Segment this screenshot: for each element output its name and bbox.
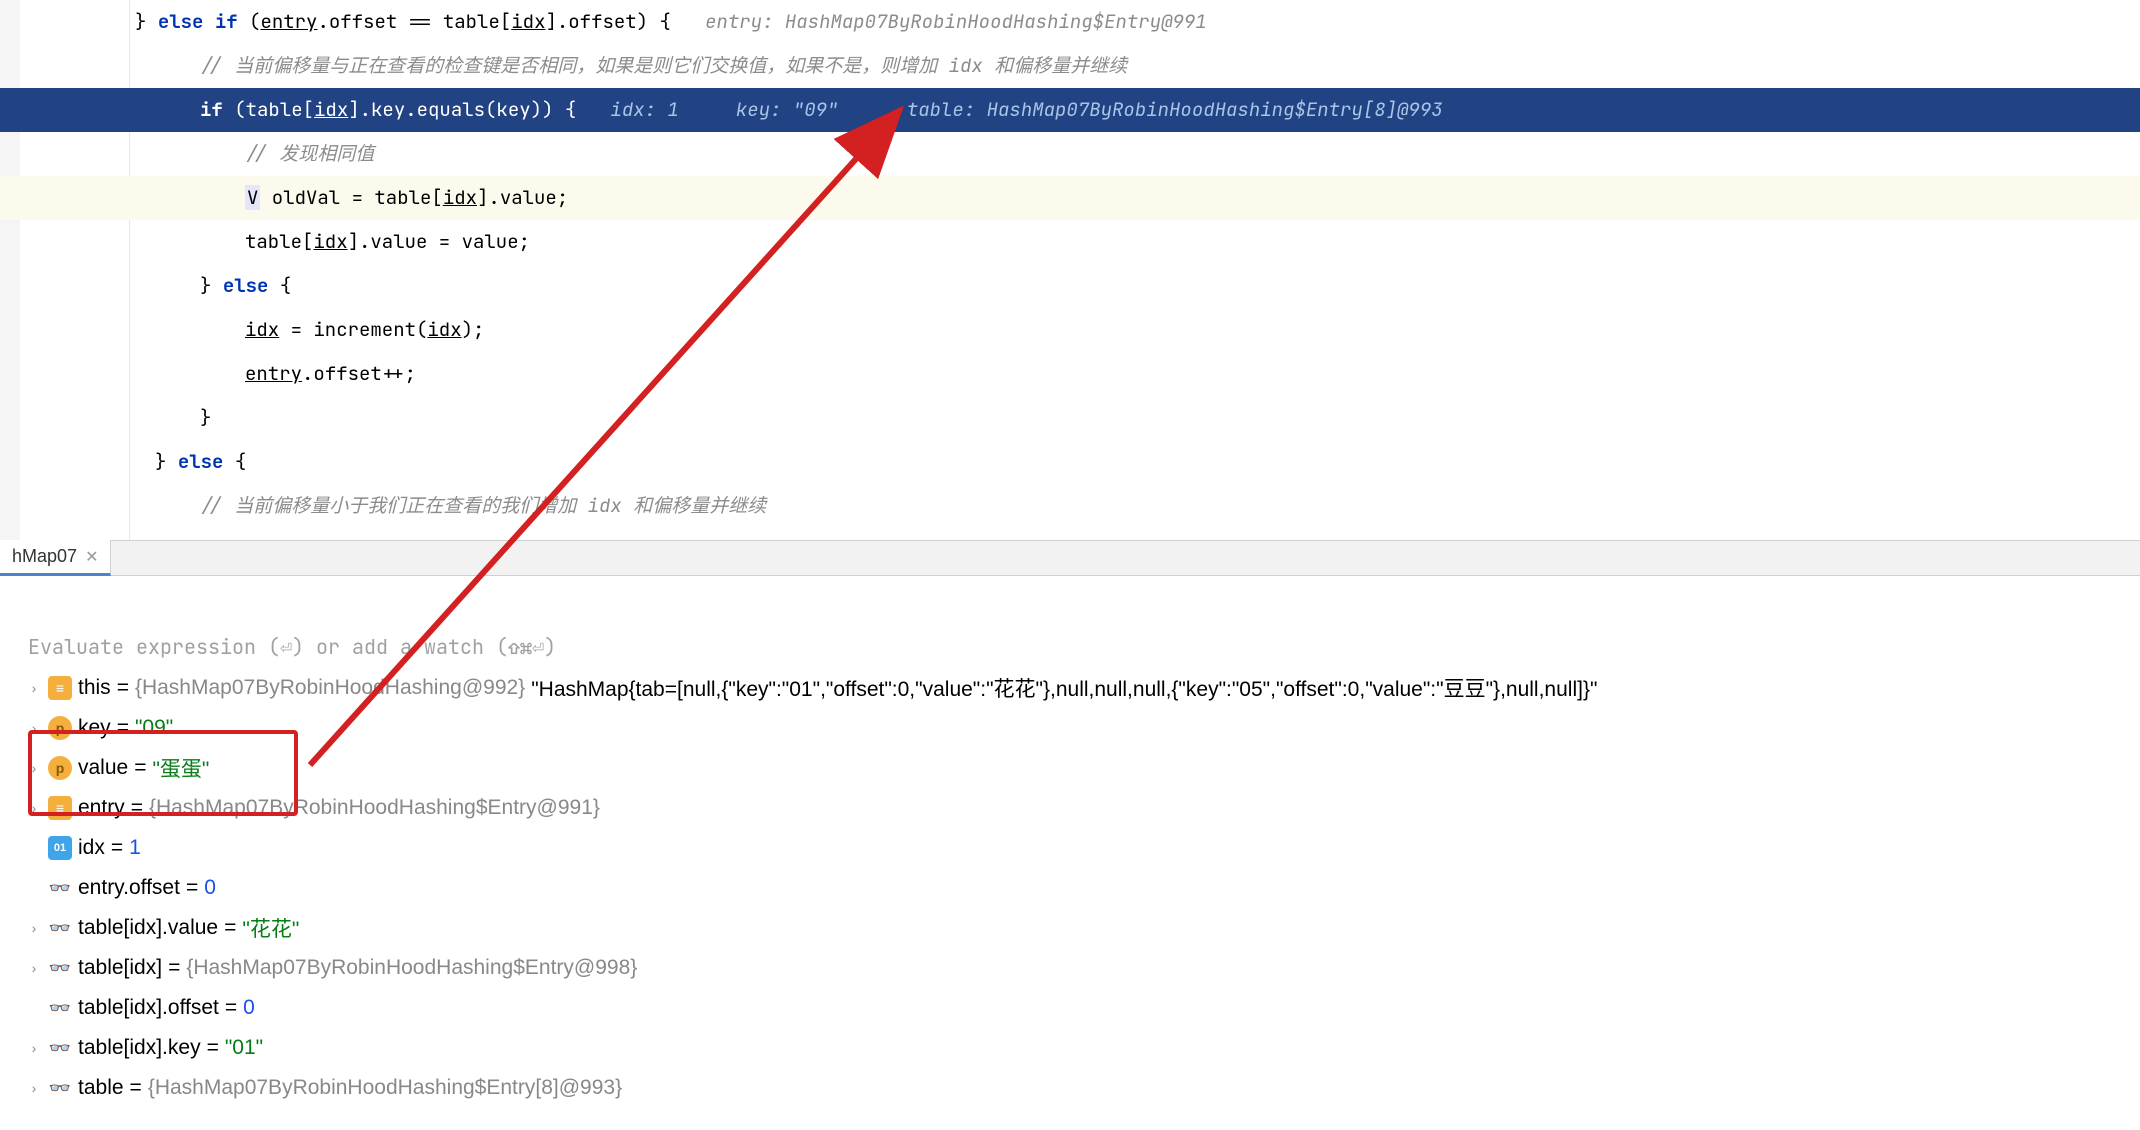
- watch-table-idx[interactable]: › 👓 table[idx] = {HashMap07ByRobinHoodHa…: [0, 948, 2140, 988]
- watch-icon: 👓: [48, 996, 72, 1020]
- tab-label: hMap07: [12, 546, 77, 567]
- chevron-right-icon[interactable]: ›: [26, 1080, 42, 1096]
- watch-icon: 👓: [48, 916, 72, 940]
- code-editor[interactable]: } else if (entry.offset == table[idx].of…: [0, 0, 2140, 540]
- chevron-right-icon[interactable]: ›: [26, 680, 42, 696]
- class-icon: ≡: [48, 676, 72, 700]
- watch-icon: 👓: [48, 956, 72, 980]
- watch-entry-offset[interactable]: 👓 entry.offset = 0: [0, 868, 2140, 908]
- param-icon: p: [48, 716, 72, 740]
- code-line[interactable]: table[idx].value = value;: [0, 220, 2140, 264]
- watch-table-idx-offset[interactable]: 👓 table[idx].offset = 0: [0, 988, 2140, 1028]
- chevron-right-icon[interactable]: ›: [26, 720, 42, 736]
- int-icon: 01: [48, 836, 72, 860]
- watch-icon: 👓: [48, 1076, 72, 1100]
- code-line[interactable]: } else {: [0, 440, 2140, 484]
- class-icon: ≡: [48, 796, 72, 820]
- variable-value[interactable]: › p value = "蛋蛋": [0, 748, 2140, 788]
- code-line[interactable]: // 当前偏移量小于我们正在查看的我们增加 idx 和偏移量并继续: [0, 484, 2140, 528]
- code-line[interactable]: entry.offset++;: [0, 352, 2140, 396]
- variable-key[interactable]: › p key = "09": [0, 708, 2140, 748]
- code-line[interactable]: // 当前偏移量与正在查看的检查键是否相同，如果是则它们交换值，如果不是，则增加…: [0, 44, 2140, 88]
- code-line[interactable]: V oldVal = table[idx].value;: [0, 176, 2140, 220]
- code-line[interactable]: } else if (entry.offset == table[idx].of…: [0, 0, 2140, 44]
- code-line[interactable]: }: [0, 396, 2140, 440]
- chevron-right-icon[interactable]: ›: [26, 920, 42, 936]
- chevron-right-icon[interactable]: ›: [26, 960, 42, 976]
- close-icon[interactable]: ✕: [85, 547, 98, 567]
- variable-entry[interactable]: › ≡ entry = {HashMap07ByRobinHoodHashing…: [0, 788, 2140, 828]
- watch-icon: 👓: [48, 1036, 72, 1060]
- watch-table-idx-key[interactable]: › 👓 table[idx].key = "01": [0, 1028, 2140, 1068]
- code-line[interactable]: // 发现相同值: [0, 132, 2140, 176]
- variable-this[interactable]: › ≡ this = {HashMap07ByRobinHoodHashing@…: [0, 668, 2140, 708]
- code-line[interactable]: idx = increment(idx);: [0, 308, 2140, 352]
- tab-hmap07[interactable]: hMap07 ✕: [0, 540, 111, 576]
- tab-bar: hMap07 ✕: [0, 540, 2140, 576]
- evaluate-expression-input[interactable]: Evaluate expression (⏎) or add a watch (…: [0, 626, 2140, 668]
- param-icon: p: [48, 756, 72, 780]
- watch-table[interactable]: › 👓 table = {HashMap07ByRobinHoodHashing…: [0, 1068, 2140, 1108]
- breakpoint-line[interactable]: if (table[idx].key.equals(key)) { idx: 1…: [0, 88, 2140, 132]
- chevron-right-icon[interactable]: ›: [26, 760, 42, 776]
- variable-idx[interactable]: 01 idx = 1: [0, 828, 2140, 868]
- watch-table-idx-value[interactable]: › 👓 table[idx].value = "花花": [0, 908, 2140, 948]
- chevron-right-icon[interactable]: ›: [26, 800, 42, 816]
- code-line[interactable]: } else {: [0, 264, 2140, 308]
- chevron-right-icon[interactable]: ›: [26, 1040, 42, 1056]
- debug-variables-panel: Evaluate expression (⏎) or add a watch (…: [0, 576, 2140, 1108]
- watch-icon: 👓: [48, 876, 72, 900]
